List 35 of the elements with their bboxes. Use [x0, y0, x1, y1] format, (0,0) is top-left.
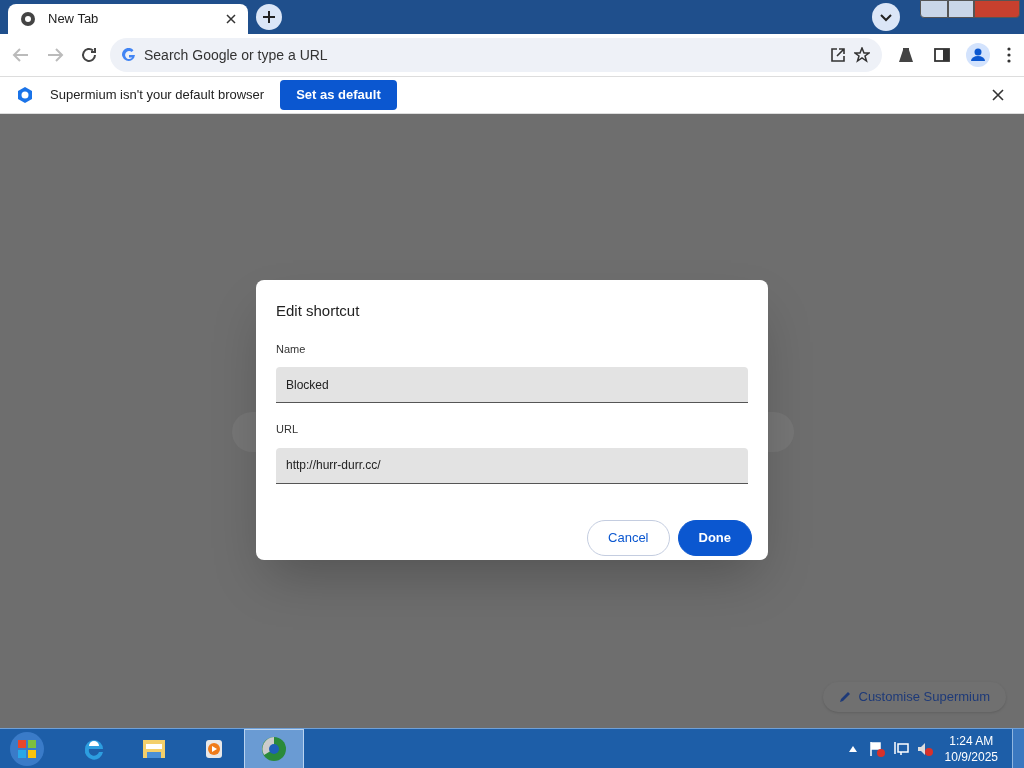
- restore-button[interactable]: [948, 0, 974, 18]
- reload-icon[interactable]: [80, 46, 98, 64]
- address-bar[interactable]: Search Google or type a URL: [110, 38, 882, 72]
- dialog-title: Edit shortcut: [276, 301, 361, 321]
- pencil-icon: [838, 691, 851, 703]
- close-icon[interactable]: [992, 89, 1004, 101]
- menu-icon[interactable]: [1006, 47, 1012, 63]
- clock[interactable]: 1:24 AM 10/9/2025: [944, 732, 998, 765]
- text-field[interactable]: Blocked: [276, 367, 748, 403]
- taskbar-app[interactable]: [244, 728, 304, 768]
- field-label: URL: [276, 422, 299, 437]
- browser-logo-icon: [20, 11, 36, 27]
- star-icon[interactable]: [854, 47, 870, 63]
- start-button[interactable]: [8, 729, 46, 768]
- infobar-message: Supermium isn't your default browser: [50, 86, 265, 105]
- browser-logo-icon: [16, 86, 34, 104]
- tray-expand-icon[interactable]: [848, 745, 857, 752]
- cancel-button[interactable]: Cancel: [587, 519, 670, 556]
- profile-icon[interactable]: [966, 43, 990, 67]
- google-logo-icon: [122, 48, 136, 62]
- field-label: Name: [276, 341, 307, 357]
- minimize-button[interactable]: [920, 0, 948, 18]
- text-field[interactable]: http://hurr-durr.cc/: [276, 447, 748, 484]
- set-default-button[interactable]: Set as default: [280, 80, 397, 110]
- network-icon[interactable]: [892, 740, 909, 757]
- done-button[interactable]: Done: [677, 519, 752, 556]
- new-tab-icon[interactable]: [256, 4, 282, 30]
- share-icon[interactable]: [830, 47, 846, 63]
- side-panel-icon[interactable]: [934, 47, 950, 63]
- browser-tab[interactable]: New Tab: [8, 4, 248, 34]
- close-icon[interactable]: [226, 14, 236, 24]
- flask-icon[interactable]: [898, 47, 914, 63]
- flag-icon[interactable]: [868, 740, 885, 757]
- tab-title: New Tab: [48, 10, 100, 29]
- chevron-down-icon[interactable]: [872, 3, 900, 31]
